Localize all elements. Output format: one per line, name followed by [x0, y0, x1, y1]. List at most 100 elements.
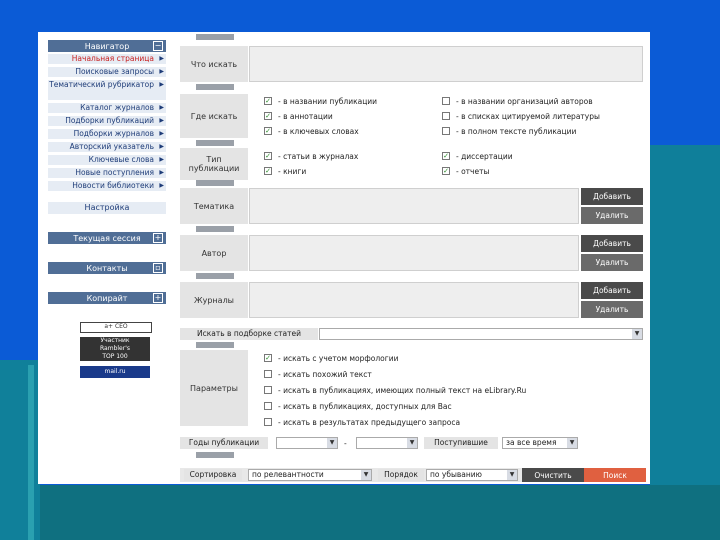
where-orgs-checkbox[interactable]	[442, 97, 450, 105]
params-similar-checkbox[interactable]	[264, 370, 272, 378]
query-textarea[interactable]	[249, 46, 643, 82]
where-option: - в аннотации	[278, 112, 333, 121]
tab-decoration	[196, 273, 234, 279]
sidebar-item-new-arrivals[interactable]: Новые поступления ▶	[48, 168, 166, 178]
arrow-right-icon: ▶	[159, 68, 164, 75]
copyright-header[interactable]: Копирайт +	[48, 292, 166, 304]
where-keywords-checkbox[interactable]: ✓	[264, 127, 272, 135]
arrow-right-icon: ▶	[159, 143, 164, 150]
where-abstract-checkbox[interactable]: ✓	[264, 112, 272, 120]
sort-select[interactable]: по релевантности ▼	[248, 469, 372, 481]
sort-label: Сортировка	[184, 469, 242, 481]
tab-decoration	[196, 84, 234, 90]
chevron-down-icon: ▼	[507, 470, 517, 480]
arrow-right-icon: ▶	[159, 104, 164, 111]
author-add-button[interactable]: Добавить	[581, 235, 643, 252]
params-option: - искать с учетом морфологии	[278, 354, 399, 363]
journals-remove-button[interactable]: Удалить	[581, 301, 643, 318]
type-reports-checkbox[interactable]: ✓	[442, 167, 450, 175]
params-option: - искать в публикациях, доступных для Ва…	[278, 402, 452, 411]
arrow-right-icon: ▶	[159, 182, 164, 189]
order-select[interactable]: по убыванию ▼	[426, 469, 518, 481]
where-references-checkbox[interactable]	[442, 112, 450, 120]
chevron-down-icon: ▼	[361, 470, 371, 480]
params-fulltext-checkbox[interactable]	[264, 386, 272, 394]
order-label: Порядок	[378, 469, 424, 481]
where-option: - в полном тексте публикации	[456, 127, 577, 136]
rambler-top100-badge[interactable]: Участник Rambler's TOP 100	[80, 337, 150, 361]
journals-add-button[interactable]: Добавить	[581, 282, 643, 299]
clear-button[interactable]: Очистить	[522, 468, 584, 482]
arrow-right-icon: ▶	[159, 130, 164, 137]
sidebar-item-publication-sets[interactable]: Подборки публикаций ▶	[48, 116, 166, 126]
sidebar-item-author-index[interactable]: Авторский указатель ▶	[48, 142, 166, 152]
topic-add-button[interactable]: Добавить	[581, 188, 643, 205]
background-accent	[28, 365, 34, 540]
sidebar-item-home[interactable]: Начальная страница ▶	[48, 54, 166, 64]
chevron-down-icon: ▼	[407, 438, 417, 448]
search-badge[interactable]: а+ СЕО	[80, 322, 152, 333]
params-morphology-checkbox[interactable]: ✓	[264, 354, 272, 362]
where-option: - в названии публикации	[278, 97, 378, 106]
topic-list[interactable]	[249, 188, 579, 224]
params-option: - искать в результатах предыдущего запро…	[278, 418, 461, 427]
contacts-header[interactable]: Контакты ▫	[48, 262, 166, 274]
type-option: - книги	[278, 167, 307, 176]
tab-decoration	[196, 342, 234, 348]
chevron-down-icon: ▼	[632, 329, 642, 339]
collapse-icon[interactable]: −	[153, 41, 163, 51]
author-list[interactable]	[249, 235, 579, 271]
sidebar-item-library-news[interactable]: Новости библиотеки ▶	[48, 181, 166, 191]
where-fulltext-checkbox[interactable]	[442, 127, 450, 135]
sidebar-item-journal-catalog[interactable]: Каталог журналов ▶	[48, 103, 166, 113]
search-page: Навигатор − Начальная страница ▶ Поисковы…	[38, 32, 650, 484]
author-remove-button[interactable]: Удалить	[581, 254, 643, 271]
tab-decoration	[196, 34, 234, 40]
sidebar-item-rubricator[interactable]: Тематический рубрикатор ▶	[48, 80, 166, 100]
sidebar-item-queries[interactable]: Поисковые запросы ▶	[48, 67, 166, 77]
where-label: Где искать	[180, 94, 248, 138]
expand-icon[interactable]: ▫	[153, 263, 163, 273]
arrow-right-icon: ▶	[159, 117, 164, 124]
expand-icon[interactable]: +	[153, 233, 163, 243]
tab-decoration	[196, 140, 234, 146]
params-previous-checkbox[interactable]	[264, 418, 272, 426]
settings-link[interactable]: Настройка	[48, 202, 166, 214]
mailru-badge[interactable]: mail.ru	[80, 366, 150, 378]
arrow-right-icon: ▶	[159, 81, 164, 88]
type-theses-checkbox[interactable]: ✓	[442, 152, 450, 160]
tab-decoration	[196, 226, 234, 232]
received-select[interactable]: за все время ▼	[502, 437, 578, 449]
what-label: Что искать	[180, 46, 248, 82]
search-button[interactable]: Поиск	[584, 468, 646, 482]
topic-remove-button[interactable]: Удалить	[581, 207, 643, 224]
chevron-down-icon: ▼	[327, 438, 337, 448]
sidebar-item-keywords[interactable]: Ключевые слова ▶	[48, 155, 166, 165]
tab-decoration	[196, 180, 234, 186]
arrow-right-icon: ▶	[159, 156, 164, 163]
background-panel	[650, 145, 720, 540]
type-articles-checkbox[interactable]: ✓	[264, 152, 272, 160]
chevron-down-icon: ▼	[567, 438, 577, 448]
params-option: - искать похожий текст	[278, 370, 372, 379]
params-available-checkbox[interactable]	[264, 402, 272, 410]
journals-label: Журналы	[180, 282, 248, 318]
type-books-checkbox[interactable]: ✓	[264, 167, 272, 175]
where-title-checkbox[interactable]: ✓	[264, 97, 272, 105]
arrow-right-icon: ▶	[159, 55, 164, 62]
expand-icon[interactable]: +	[153, 293, 163, 303]
current-session-header[interactable]: Текущая сессия +	[48, 232, 166, 244]
journals-list[interactable]	[249, 282, 579, 318]
background-panel	[40, 485, 720, 540]
arrow-right-icon: ▶	[159, 169, 164, 176]
type-option: - статьи в журналах	[278, 152, 359, 161]
sidebar-item-journal-sets[interactable]: Подборки журналов ▶	[48, 129, 166, 139]
years-label: Годы публикации	[180, 437, 268, 449]
year-from-select[interactable]: ▼	[276, 437, 338, 449]
issue-select[interactable]: ▼	[319, 328, 643, 340]
type-option: - отчеты	[456, 167, 490, 176]
navigator-header[interactable]: Навигатор −	[48, 40, 166, 52]
params-option: - искать в публикациях, имеющих полный т…	[278, 386, 527, 395]
received-label: Поступившие	[424, 437, 498, 449]
year-to-select[interactable]: ▼	[356, 437, 418, 449]
